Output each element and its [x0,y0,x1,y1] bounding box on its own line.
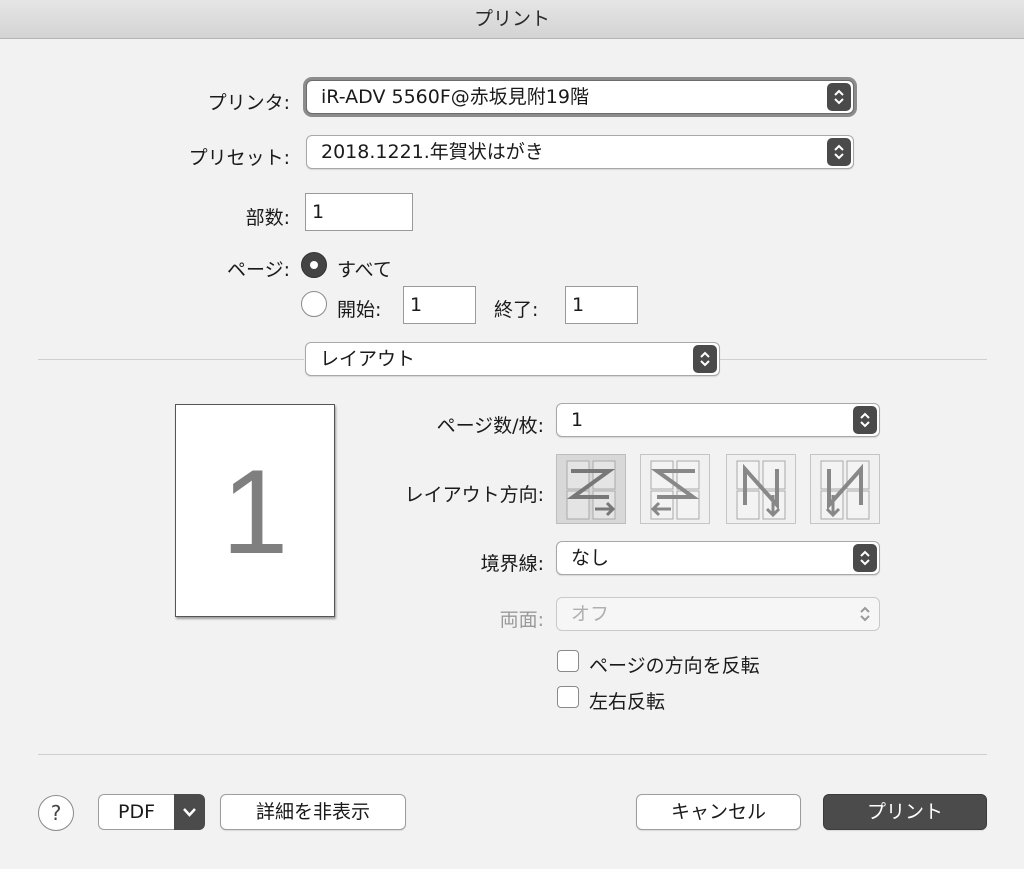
section-value: レイアウト [320,348,416,370]
pages-all-label: すべて [337,259,392,281]
flip-horizontal-label: 左右反転 [589,691,666,713]
pages-to-label: 終了: [494,299,539,321]
printer-value: iR-ADV 5560F@赤坂見附19階 [321,86,589,108]
reverse-orientation-label: ページの方向を反転 [589,655,760,677]
pdf-menu-button[interactable]: PDF [98,794,205,830]
layout-direction-label: レイアウト方向: [404,484,544,506]
window-title: プリント [0,0,1024,39]
reverse-z-layout-icon [650,460,700,520]
separator [38,754,987,755]
hide-details-button[interactable]: 詳細を非表示 [220,794,406,830]
two-sided-value: オフ [571,603,610,625]
two-sided-label: 両面: [499,609,544,631]
pages-from-field[interactable]: 1 [403,286,476,324]
preview-page-number: 1 [221,445,289,579]
section-popup[interactable]: レイアウト [305,342,720,376]
two-sided-popup[interactable]: オフ [556,597,880,631]
layout-direction-reverse-n-button[interactable] [810,454,880,524]
help-button[interactable]: ? [38,795,74,831]
pages-to-field[interactable]: 1 [565,286,638,324]
border-label: 境界線: [480,553,544,575]
pages-per-sheet-popup[interactable]: 1 [556,403,880,437]
up-down-arrows-icon [853,544,877,572]
page-preview: 1 [175,404,335,617]
reverse-orientation-checkbox[interactable] [557,650,579,672]
up-down-arrows-icon [693,345,717,373]
copies-field[interactable]: 1 [305,193,413,231]
border-popup[interactable]: なし [556,541,880,575]
pages-per-sheet-value: 1 [571,409,584,431]
pages-all-radio[interactable] [301,252,327,278]
chevron-down-icon [174,794,205,830]
print-dialog: プリント プリンタ: iR-ADV 5560F@赤坂見附19階 プリセット: 2… [0,0,1024,869]
up-down-arrows-icon [827,138,851,166]
copies-label: 部数: [245,207,290,229]
pages-label: ページ: [226,259,290,281]
preset-label: プリセット: [188,147,290,169]
n-layout-icon [736,460,786,520]
cancel-button[interactable]: キャンセル [636,794,801,830]
flip-horizontal-checkbox[interactable] [557,686,579,708]
reverse-n-layout-icon [820,460,870,520]
layout-direction-z-button[interactable] [556,454,626,524]
pdf-label: PDF [98,794,174,830]
printer-label: プリンタ: [207,92,290,114]
layout-direction-reverse-z-button[interactable] [640,454,710,524]
up-down-arrows-icon [827,83,851,111]
z-layout-icon [566,460,616,520]
border-value: なし [571,547,610,569]
separator [38,359,304,360]
up-down-arrows-icon [853,406,877,434]
pages-range-radio[interactable] [301,291,327,317]
layout-direction-n-button[interactable] [726,454,796,524]
separator [720,359,987,360]
pages-from-label: 開始: [337,299,382,321]
print-button[interactable]: プリント [823,794,987,830]
preset-value: 2018.1221.年賀状はがき [321,141,544,163]
preset-popup[interactable]: 2018.1221.年賀状はがき [306,135,854,169]
printer-popup[interactable]: iR-ADV 5560F@赤坂見附19階 [306,80,854,114]
pages-per-sheet-label: ページ数/枚: [436,415,544,437]
up-down-arrows-icon [853,600,877,628]
